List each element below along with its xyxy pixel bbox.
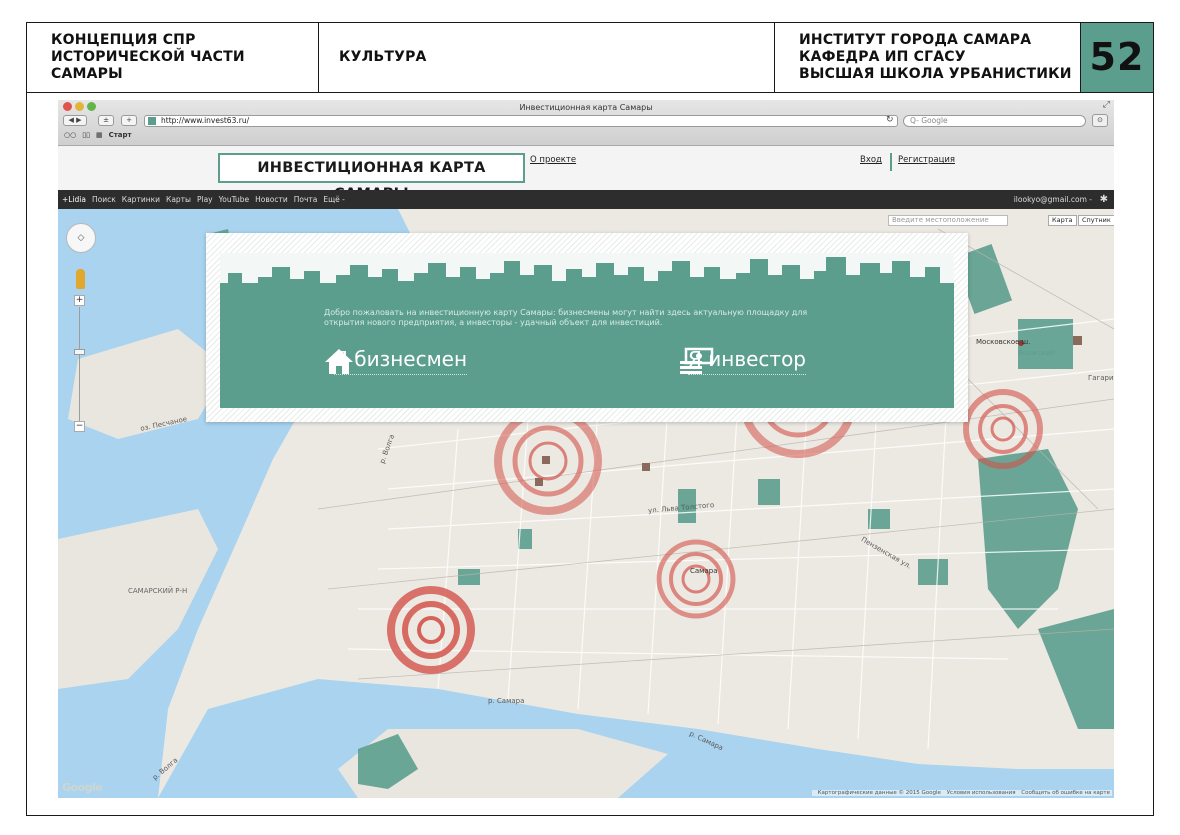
back-button[interactable]: ◀ bbox=[68, 116, 73, 124]
login-link[interactable]: Вход bbox=[860, 155, 882, 165]
url-text: http://www.invest63.ru/ bbox=[161, 116, 250, 125]
browser-search-field[interactable]: Q- Google bbox=[903, 115, 1086, 127]
zoom-slider-track[interactable] bbox=[79, 307, 80, 423]
institute-line-2: КАФЕДРА ИП СГАСУ bbox=[799, 49, 966, 65]
investor-button[interactable]: Я инвестор bbox=[678, 347, 806, 375]
browser-chrome: Инвестиционная карта Самары ⤢ ◀ ▶ ± + ht… bbox=[58, 100, 1114, 146]
bookmarks-bar: ○○ ▯▯ ▦ Старт bbox=[64, 131, 132, 139]
reload-icon[interactable]: ↻ bbox=[886, 115, 894, 125]
location-search-placeholder: Введите местоположение bbox=[892, 216, 989, 224]
browser-search-placeholder: Q- Google bbox=[910, 116, 948, 125]
terms-link[interactable]: Условия использования bbox=[947, 790, 1016, 796]
location-search-input[interactable]: Введите местоположение bbox=[888, 215, 1008, 226]
samara-river-label: р. Самара bbox=[488, 697, 525, 705]
report-error-link[interactable]: Сообщить об ошибке на карте bbox=[1021, 790, 1110, 796]
back-forward-buttons[interactable]: ◀ ▶ bbox=[63, 115, 87, 126]
fullscreen-icon[interactable]: ⤢ bbox=[1103, 100, 1110, 110]
register-link[interactable]: Регистрация bbox=[898, 155, 955, 165]
gbar-item[interactable]: +Lidia bbox=[62, 190, 86, 209]
google-logo: Google bbox=[62, 781, 103, 794]
gear-icon[interactable]: ✱ bbox=[1100, 190, 1108, 209]
doc-section: КУЛЬТУРА bbox=[339, 49, 427, 65]
gbar-item[interactable]: Play bbox=[197, 190, 213, 209]
gbar-item[interactable]: YouTube bbox=[219, 190, 250, 209]
site-header: ИНВЕСТИЦИОННАЯ КАРТА САМАРЫ О проекте Вх… bbox=[58, 147, 1114, 202]
reading-list-icon[interactable]: ○○ bbox=[64, 131, 76, 139]
volzhsky-label: Волжский bbox=[1018, 349, 1056, 357]
account-email[interactable]: ilookyo@gmail.com - bbox=[1014, 190, 1092, 209]
google-bar-links: +Lidia Поиск Картинки Карты Play YouTube… bbox=[62, 190, 345, 209]
map-view-button[interactable]: Карта bbox=[1048, 215, 1077, 226]
satellite-view-button[interactable]: Спутник bbox=[1078, 215, 1114, 226]
moskovskoe-label: Московское ш. bbox=[976, 338, 1031, 346]
site-favicon bbox=[148, 117, 156, 125]
zoom-in-button[interactable]: + bbox=[74, 295, 85, 306]
top-sites-icon[interactable]: ▦ bbox=[96, 131, 103, 139]
bookmarks-icon[interactable]: ▯▯ bbox=[82, 131, 90, 139]
gbar-item[interactable]: Карты bbox=[166, 190, 191, 209]
pegman-icon[interactable] bbox=[76, 269, 85, 289]
window-title: Инвестиционная карта Самары bbox=[519, 103, 653, 112]
gbar-item[interactable]: Ещё - bbox=[323, 190, 345, 209]
city-skyline-graphic bbox=[220, 253, 954, 283]
page-number: 52 bbox=[1081, 23, 1153, 92]
gbar-item[interactable]: Новости bbox=[255, 190, 288, 209]
zoom-out-button[interactable]: − bbox=[74, 421, 85, 432]
pan-control-icon[interactable]: ◇ bbox=[66, 223, 96, 253]
welcome-panel: Добро пожаловать на инвестиционную карту… bbox=[220, 253, 954, 408]
district-label: САМАРСКИЙ Р-Н bbox=[128, 587, 188, 595]
address-bar[interactable]: http://www.invest63.ru/ bbox=[144, 115, 898, 127]
doc-title-cell: КОНЦЕПЦИЯ СПР ИСТОРИЧЕСКОЙ ЧАСТИ САМАРЫ bbox=[27, 23, 319, 92]
gbar-item[interactable]: Поиск bbox=[92, 190, 116, 209]
new-tab-button[interactable]: + bbox=[121, 115, 137, 126]
header-divider bbox=[890, 153, 892, 171]
about-link[interactable]: О проекте bbox=[530, 155, 576, 165]
samara-city-label: Самара bbox=[690, 567, 718, 575]
institute-line-1: ИНСТИТУТ ГОРОДА САМАРА bbox=[799, 32, 1032, 48]
doc-title-line-2: ИСТОРИЧЕСКОЙ ЧАСТИ САМАРЫ bbox=[51, 49, 245, 82]
institute-line-3: ВЫСШАЯ ШКОЛА УРБАНИСТИКИ bbox=[799, 66, 1072, 82]
doc-institute-cell: ИНСТИТУТ ГОРОДА САМАРА КАФЕДРА ИП СГАСУ … bbox=[775, 23, 1081, 92]
gbar-item[interactable]: Почта bbox=[294, 190, 318, 209]
gagarina-label: Гагари bbox=[1088, 374, 1114, 382]
map-data-credit: Картографические данные © 2015 Google bbox=[817, 790, 941, 796]
gbar-item[interactable]: Картинки bbox=[122, 190, 160, 209]
browser-window: Инвестиционная карта Самары ⤢ ◀ ▶ ± + ht… bbox=[58, 100, 1114, 798]
zoom-slider-thumb[interactable] bbox=[74, 349, 85, 355]
doc-section-cell: КУЛЬТУРА bbox=[319, 23, 775, 92]
downloads-icon[interactable]: ⊙ bbox=[1092, 114, 1108, 127]
document-header: КОНЦЕПЦИЯ СПР ИСТОРИЧЕСКОЙ ЧАСТИ САМАРЫ … bbox=[27, 23, 1153, 93]
bookmark-start[interactable]: Старт bbox=[109, 131, 132, 139]
site-logo[interactable]: ИНВЕСТИЦИОННАЯ КАРТА САМАРЫ bbox=[218, 153, 525, 202]
share-button[interactable]: ± bbox=[98, 115, 114, 126]
welcome-overlay: Добро пожаловать на инвестиционную карту… bbox=[206, 233, 968, 422]
map-attribution: Картографические данные © 2015 Google Ус… bbox=[811, 790, 1112, 796]
google-bar: +Lidia Поиск Картинки Карты Play YouTube… bbox=[58, 190, 1114, 209]
forward-button[interactable]: ▶ bbox=[76, 116, 81, 124]
map-canvas[interactable]: оз. Песчаное р. Волга р. Волга р. Самара… bbox=[58, 209, 1114, 798]
businessman-button[interactable]: Я бизнесмен bbox=[324, 347, 468, 375]
doc-title-line-1: КОНЦЕПЦИЯ СПР bbox=[51, 32, 196, 48]
welcome-text: Добро пожаловать на инвестиционную карту… bbox=[324, 308, 808, 327]
